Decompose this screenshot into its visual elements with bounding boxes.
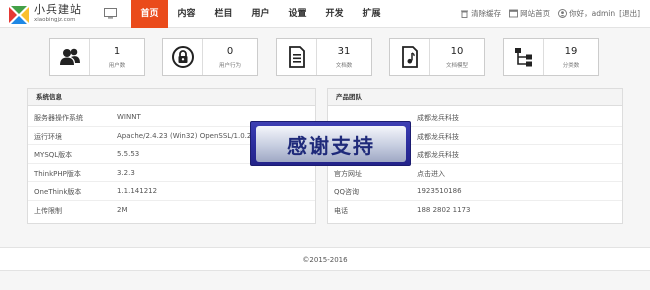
panel-title: 产品团队	[328, 89, 622, 106]
info-row: QQ咨询 1923510186	[328, 182, 622, 201]
clear-cache-label: 清除缓存	[471, 9, 502, 18]
user-icon	[558, 9, 568, 18]
site-home-label: 网站首页	[520, 9, 551, 18]
site-logo[interactable]: 小兵建站 xiaobingjz.com	[7, 3, 97, 27]
stat-label: 文档模型	[445, 63, 468, 69]
nav-item-home[interactable]: 首页	[131, 0, 168, 28]
info-key: ThinkPHP版本	[34, 169, 81, 178]
page-footer: ©2015-2016	[0, 247, 650, 271]
info-value: 5.5.53	[117, 150, 140, 158]
stat-label: 文档数	[335, 63, 353, 69]
info-key: QQ咨询	[334, 188, 360, 196]
stat-card-categories[interactable]: 19 分类数	[503, 38, 599, 76]
info-value: 188 2802 1173	[417, 205, 471, 214]
logout-link[interactable]: [退出]	[619, 8, 640, 19]
stat-card-documents[interactable]: 31 文档数	[276, 38, 372, 76]
nav-item-develop[interactable]: 开发	[316, 0, 353, 28]
info-value: 成都龙兵科技	[417, 151, 459, 159]
info-value: 1923510186	[417, 187, 462, 195]
info-row: OneThink版本 1.1.141212	[28, 182, 315, 201]
info-row: ThinkPHP版本 3.2.3	[28, 164, 315, 182]
main-nav: 首页 内容 栏目 用户 设置 开发 扩展	[131, 0, 390, 28]
info-key: 官方网址	[334, 169, 362, 178]
clear-cache-button[interactable]: 清除缓存	[460, 8, 501, 19]
panel-title: 系统信息	[28, 89, 315, 106]
info-key: 上传限制	[34, 206, 62, 215]
window-icon	[509, 9, 519, 18]
users-icon	[59, 48, 80, 65]
stat-card-users[interactable]: 1 用户数	[49, 38, 145, 76]
user-greeting: 你好， admin [退出]	[558, 8, 640, 19]
info-key: MYSQL版本	[34, 151, 73, 159]
monitor-icon[interactable]	[104, 8, 117, 19]
stat-label: 用户行为	[218, 63, 241, 69]
thanks-banner: 感谢支持	[250, 121, 411, 166]
stat-label: 用户数	[108, 63, 126, 69]
nav-item-settings[interactable]: 设置	[279, 0, 316, 28]
stat-value: 19	[564, 46, 578, 57]
nav-item-users[interactable]: 用户	[242, 0, 279, 28]
stats-row: 1 用户数 0 用户行为 31 文档数 10 文档模型 19 分类数	[49, 38, 599, 76]
stat-value: 1	[113, 46, 121, 57]
info-key: 电话	[334, 206, 348, 215]
lock-icon	[171, 46, 194, 68]
info-value: 成都龙兵科技	[417, 132, 459, 141]
info-key: 运行环境	[34, 132, 62, 141]
document-icon	[288, 46, 305, 68]
greeting-prefix: 你好，	[569, 9, 592, 18]
info-value: 2M	[117, 205, 128, 214]
logo-mark-icon	[9, 6, 29, 24]
brand-domain: xiaobingjz.com	[34, 17, 76, 23]
brand-name: 小兵建站	[34, 3, 82, 16]
info-value: 3.2.3	[117, 168, 135, 177]
site-home-link[interactable]: 网站首页	[509, 8, 550, 19]
nav-item-extend[interactable]: 扩展	[353, 0, 390, 28]
stat-value: 31	[337, 46, 351, 57]
stat-value: 10	[450, 46, 464, 57]
copyright-text: ©2015-2016	[302, 256, 348, 264]
document-model-icon	[401, 46, 418, 68]
banner-text: 感谢支持	[287, 134, 375, 158]
info-key: OneThink版本	[34, 188, 82, 196]
nav-item-content[interactable]: 内容	[168, 0, 205, 28]
official-site-link[interactable]: 点击进入	[417, 169, 445, 179]
username: admin	[591, 9, 616, 18]
info-key: 服务器操作系统	[34, 114, 83, 122]
stat-value: 0	[226, 46, 234, 57]
nav-item-category[interactable]: 栏目	[205, 0, 242, 28]
info-value: 1.1.141212	[117, 187, 158, 195]
stat-card-document-models[interactable]: 10 文档模型	[389, 38, 485, 76]
trash-icon	[461, 10, 469, 18]
stat-label: 分类数	[562, 63, 580, 69]
header-toolbar: 清除缓存 网站首页 你好， admin [退出]	[452, 8, 640, 19]
top-bar: 小兵建站 xiaobingjz.com 首页 内容 栏目 用户 设置 开发 扩展…	[0, 0, 650, 28]
info-row: 上传限制 2M	[28, 201, 315, 220]
info-value: WINNT	[117, 113, 141, 121]
stat-card-user-actions[interactable]: 0 用户行为	[162, 38, 258, 76]
info-row: 电话 188 2802 1173	[328, 201, 622, 220]
info-value: 成都龙兵科技	[417, 114, 459, 122]
category-tree-icon	[514, 48, 532, 67]
info-row: 官方网址 点击进入	[328, 164, 622, 182]
